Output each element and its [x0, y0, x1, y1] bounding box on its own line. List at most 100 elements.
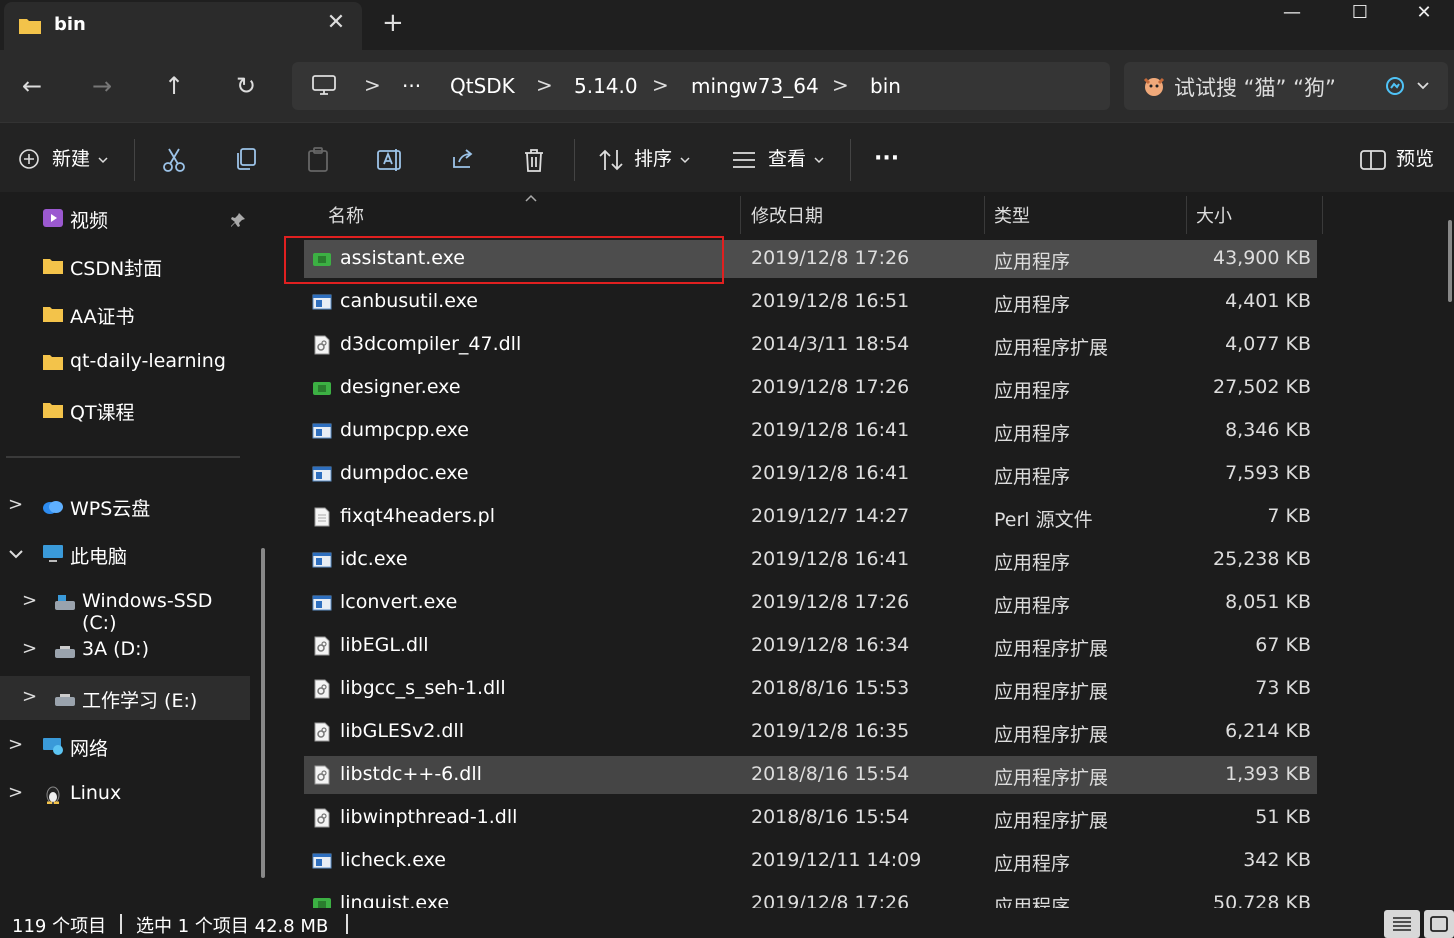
file-type: 应用程序	[994, 595, 1071, 617]
file-type: 应用程序	[994, 380, 1071, 402]
sidebar-item-drive-e[interactable]: > 工作学习 (E:)	[0, 676, 250, 720]
file-row[interactable]: libwinpthread-1.dll 2018/8/16 15:54 应用程序扩展…	[304, 799, 1317, 837]
breadcrumb-bin[interactable]: bin	[870, 74, 901, 98]
rename-icon[interactable]	[376, 147, 404, 173]
breadcrumb-separator: >	[364, 73, 381, 97]
file-row[interactable]: licheck.exe 2019/12/11 14:09 应用程序 342 KB	[304, 842, 1317, 880]
chevron-down-icon[interactable]	[98, 156, 108, 164]
copy-icon[interactable]	[234, 147, 258, 171]
chevron-right-icon[interactable]: >	[22, 638, 37, 659]
breadcrumb-overflow[interactable]: ···	[402, 74, 421, 98]
delete-icon[interactable]	[522, 147, 546, 173]
sort-button[interactable]: 排序	[634, 145, 672, 173]
tab-bin[interactable]: bin ✕	[4, 2, 362, 50]
view-list-icon[interactable]	[732, 151, 756, 169]
preview-button[interactable]: 预览	[1396, 145, 1434, 173]
tiles-view-button[interactable]	[1424, 910, 1454, 938]
file-row[interactable]: dumpcpp.exe 2019/12/8 16:41 应用程序 8,346 KB	[304, 412, 1317, 450]
chevron-right-icon[interactable]: >	[22, 590, 37, 611]
file-row[interactable]: designer.exe 2019/12/8 17:26 应用程序 27,502 KB	[304, 369, 1317, 407]
preview-pane-icon[interactable]	[1360, 150, 1386, 170]
tab-close-icon[interactable]: ✕	[324, 10, 348, 35]
file-row[interactable]: libgcc_s_seh-1.dll 2018/8/16 15:53 应用程序扩展 7…	[304, 670, 1317, 708]
minimize-button[interactable]: —	[1262, 0, 1322, 30]
file-type: 应用程序	[994, 896, 1071, 908]
up-button[interactable]: ↑	[154, 66, 194, 106]
file-row[interactable]: libEGL.dll 2019/12/8 16:34 应用程序扩展 67 KB	[304, 627, 1317, 665]
dog-face-icon	[1143, 77, 1165, 96]
chevron-down-icon[interactable]	[8, 548, 24, 560]
refresh-button[interactable]: ↻	[226, 66, 266, 106]
sidebar-item-label: 3A (D:)	[82, 638, 149, 660]
status-bar: 119 个项目 选中 1 个项目 42.8 MB	[0, 908, 1454, 938]
new-button[interactable]: 新建	[52, 145, 90, 173]
sidebar-item-aa-cert[interactable]: AA证书	[0, 292, 250, 336]
breadcrumb-separator: >	[536, 73, 553, 97]
file-size: 1,393 KB	[1225, 763, 1311, 785]
sidebar-item-qt-course[interactable]: QT课程	[0, 388, 250, 432]
chevron-right-icon[interactable]: >	[22, 686, 37, 707]
chevron-right-icon[interactable]: >	[8, 494, 23, 515]
sidebar-item-label: qt-daily-learning	[70, 350, 226, 372]
forward-button[interactable]: →	[82, 66, 122, 106]
sidebar-item-this-pc[interactable]: 此电脑	[0, 532, 250, 576]
chevron-down-icon[interactable]	[814, 156, 824, 164]
chevron-down-icon[interactable]	[1416, 80, 1430, 92]
file-row[interactable]: fixqt4headers.pl 2019/12/7 14:27 Perl 源文件 7…	[304, 498, 1317, 536]
back-button[interactable]: ←	[12, 66, 52, 106]
network-icon	[43, 738, 63, 755]
chevron-right-icon[interactable]: >	[8, 734, 23, 755]
breadcrumb-version[interactable]: 5.14.0	[574, 74, 638, 98]
maximize-button[interactable]: ☐	[1330, 0, 1390, 30]
sidebar-item-network[interactable]: > 网络	[0, 724, 250, 768]
sidebar-item-linux[interactable]: > Linux	[0, 772, 250, 816]
address-bar[interactable]: > ··· QtSDK > 5.14.0 > mingw73_64 > bin	[292, 62, 1110, 110]
chevron-right-icon[interactable]: >	[8, 782, 23, 803]
paste-icon[interactable]	[306, 147, 330, 173]
sidebar-item-label: WPS云盘	[70, 498, 151, 520]
file-row[interactable]: libGLESv2.dll 2019/12/8 16:35 应用程序扩展 6,214 …	[304, 713, 1317, 751]
new-tab-button[interactable]: +	[382, 8, 404, 38]
view-button[interactable]: 查看	[768, 145, 806, 173]
sidebar-scrollbar[interactable]	[261, 548, 265, 878]
file-size: 67 KB	[1255, 634, 1311, 656]
file-list-scrollbar[interactable]	[1448, 220, 1452, 302]
toolbar-divider	[134, 139, 135, 181]
details-view-button[interactable]	[1384, 910, 1420, 938]
copilot-icon[interactable]	[1384, 75, 1406, 97]
file-size: 27,502 KB	[1212, 376, 1311, 398]
sidebar-item-label: AA证书	[70, 306, 135, 328]
plus-circle-icon[interactable]	[18, 148, 40, 170]
sidebar-item-drive-c[interactable]: > Windows-SSD (C:)	[0, 580, 250, 634]
cut-icon[interactable]	[162, 147, 186, 173]
file-row[interactable]: lconvert.exe 2019/12/8 17:26 应用程序 8,051 KB	[304, 584, 1317, 622]
file-row[interactable]: canbusutil.exe 2019/12/8 16:51 应用程序 4,401 K…	[304, 283, 1317, 321]
dll-icon	[314, 679, 330, 699]
sidebar-item-csdn[interactable]: CSDN封面	[0, 244, 250, 288]
sidebar-item-label: 工作学习 (E:)	[82, 690, 198, 712]
file-row[interactable]: dumpdoc.exe 2019/12/8 16:41 应用程序 7,593 KB	[304, 455, 1317, 493]
sidebar-item-drive-d[interactable]: > 3A (D:)	[0, 628, 250, 672]
sort-icon[interactable]	[598, 148, 624, 172]
sidebar-item-videos[interactable]: 视频	[0, 196, 250, 240]
file-list: 名称 修改日期 类型 大小 assistant.exe 2019/12/8 17:…	[282, 192, 1454, 908]
sidebar-item-qt-daily[interactable]: qt-daily-learning	[0, 340, 250, 384]
exe-icon	[312, 595, 332, 611]
pin-icon[interactable]	[230, 212, 246, 228]
search-box[interactable]: 试试搜 “猫” “狗”	[1124, 62, 1448, 110]
share-icon[interactable]	[450, 147, 476, 171]
more-options-button[interactable]: ···	[874, 145, 899, 173]
chevron-down-icon[interactable]	[680, 156, 690, 164]
breadcrumb-mingw[interactable]: mingw73_64	[691, 74, 819, 98]
dll-icon	[314, 722, 330, 742]
breadcrumb-qtsdk[interactable]: QtSDK	[450, 74, 515, 98]
file-row[interactable]: idc.exe 2019/12/8 16:41 应用程序 25,238 KB	[304, 541, 1317, 579]
sidebar-item-wps-cloud[interactable]: > WPS云盘	[0, 484, 250, 528]
file-type: 应用程序扩展	[994, 810, 1109, 832]
close-window-button[interactable]: ✕	[1394, 0, 1454, 30]
item-count: 119 个项目	[12, 916, 107, 937]
file-row[interactable]: linguist.exe 2019/12/8 17:26 应用程序 50,728 KB	[304, 885, 1317, 908]
file-name: dumpcpp.exe	[340, 419, 469, 441]
file-row[interactable]: libstdc++-6.dll 2018/8/16 15:54 应用程序扩展 1,39…	[304, 756, 1317, 794]
file-row[interactable]: d3dcompiler_47.dll 2014/3/11 18:54 应用程序扩展 4…	[304, 326, 1317, 364]
